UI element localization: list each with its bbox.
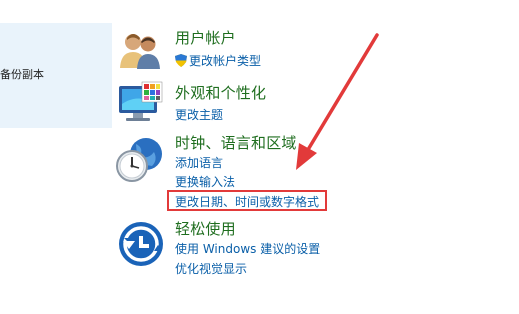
annotation-arrow-icon	[296, 33, 379, 170]
